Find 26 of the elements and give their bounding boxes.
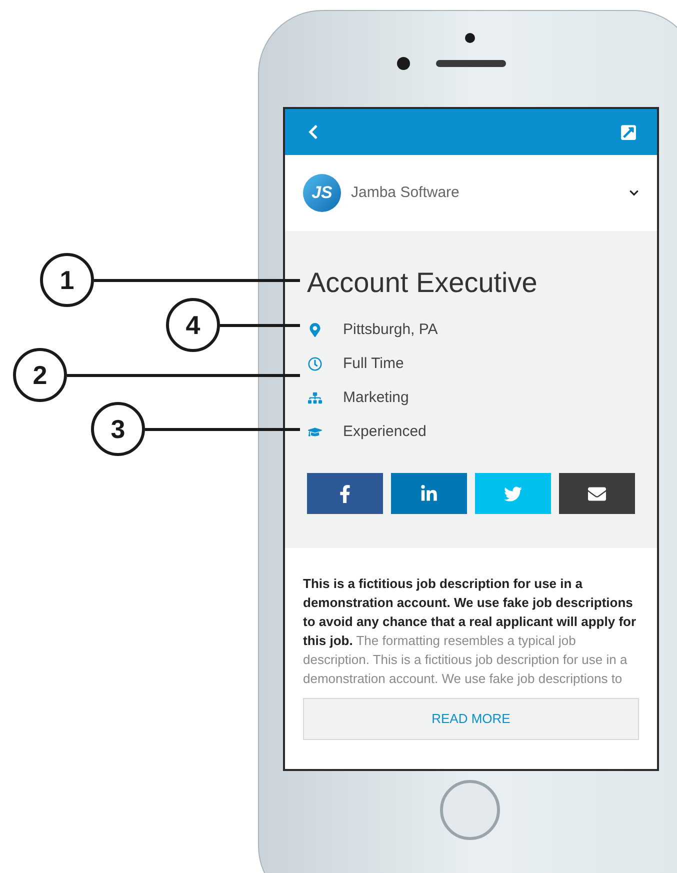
job-detail-text: Pittsburgh, PA [343,320,438,340]
speaker-grille [436,60,506,67]
callout-number: 2 [13,348,67,402]
job-detail-text: Experienced [343,422,426,442]
open-external-button[interactable] [620,124,637,140]
facebook-share-button[interactable] [307,473,383,514]
envelope-icon [588,484,606,502]
clock-icon [307,357,323,371]
company-logo: JS [303,174,341,212]
org-chart-icon [307,391,323,405]
job-title: Account Executive [307,266,538,300]
read-more-button[interactable]: READ MORE [303,698,639,740]
callout-number: 3 [91,402,145,456]
email-share-button[interactable] [559,473,635,514]
bird-icon [504,484,522,502]
job-description: This is a fictitious job description for use in a demonstration account. We use fake job descriptions to avoid any chance that a real applicant will apply for this job. The formatting resembles a typical job description. This is a fictitious job description for use in a demonstration account. We use fake job descriptions to [303,575,638,688]
callout-number: 4 [166,298,220,352]
graduation-cap-icon [307,425,323,439]
company-name: Jamba Software [351,182,460,203]
job-detail-text: Marketing [343,388,409,408]
job-detail-text: Full Time [343,354,404,374]
linkedin-share-button[interactable] [391,473,467,514]
callout-number: 1 [40,253,94,307]
map-pin-icon [307,323,323,337]
linkedin-icon [420,484,438,502]
chevron-down-icon[interactable] [629,188,639,198]
